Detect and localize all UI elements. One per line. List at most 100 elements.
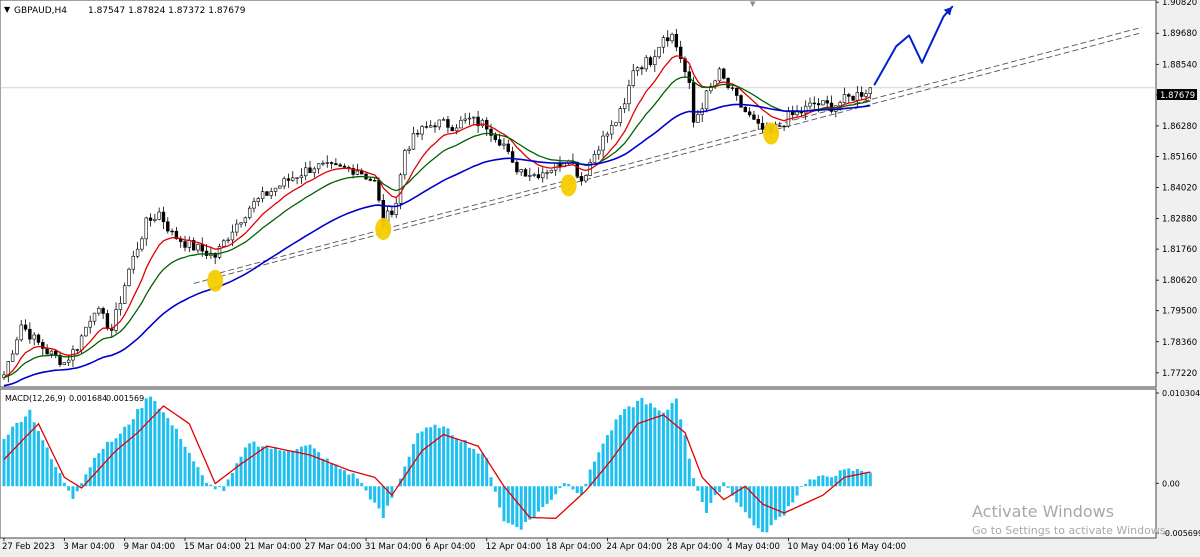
chart-menu-icon[interactable]: ▼ — [4, 5, 11, 14]
candle-body-down — [674, 33, 679, 48]
macd-bar — [118, 433, 122, 487]
macd-bar — [274, 447, 278, 487]
time-tick-label: 4 May 04:00 — [727, 542, 780, 552]
macd-bar — [381, 486, 385, 518]
macd-bar — [330, 463, 334, 487]
candle-body-up — [610, 125, 614, 135]
price-tick-label: 1.86280 — [1162, 122, 1197, 132]
macd-bar — [636, 400, 640, 487]
candle-body-up — [502, 143, 506, 146]
candle-body-up — [79, 335, 84, 351]
chart-svg[interactable]: 1.908201.896801.885401.874201.862801.851… — [0, 0, 1200, 553]
macd-bar — [62, 482, 66, 487]
macd-bar — [174, 428, 178, 487]
candle-body-up — [614, 122, 618, 126]
macd-bar — [183, 446, 187, 487]
candle-body-down — [536, 174, 541, 179]
candle — [743, 106, 748, 113]
macd-bar — [756, 486, 760, 529]
candle-body-up — [644, 57, 648, 70]
candle-body-up — [403, 150, 407, 176]
candle-body-up — [528, 175, 532, 177]
macd-bar — [683, 435, 687, 487]
candle-body-up — [454, 127, 459, 132]
support-highlight-2 — [560, 174, 577, 197]
time-tick-label: 16 May 04:00 — [848, 542, 906, 552]
candle-body-up — [243, 217, 248, 224]
candle-body-up — [467, 117, 472, 120]
macd-bar — [6, 434, 10, 487]
macd-bar — [429, 427, 433, 487]
time-tick-label: 9 Mar 04:00 — [124, 542, 175, 552]
candle-body-up — [10, 353, 15, 362]
candle-body-up — [657, 46, 661, 58]
macd-bar — [41, 440, 45, 487]
candle-body-up — [140, 238, 144, 250]
candle — [851, 95, 855, 102]
candle-body-down — [416, 133, 420, 135]
macd-bar — [321, 458, 325, 487]
candle-body-up — [549, 169, 554, 173]
macd-bar — [433, 424, 437, 487]
candle-body-up — [661, 37, 666, 48]
candle-body-up — [235, 223, 239, 233]
candle-body-down — [579, 176, 584, 182]
macd-bar — [601, 443, 605, 487]
scroll-marker-icon[interactable]: ▼ — [750, 0, 756, 8]
macd-bar — [334, 464, 338, 487]
candle-body-up — [291, 177, 295, 181]
candle-body-up — [717, 68, 722, 82]
macd-bar — [549, 486, 553, 500]
macd-bar — [687, 458, 691, 487]
macd-bar — [640, 397, 644, 487]
candle-body-down — [816, 103, 821, 106]
candle-body-down — [433, 125, 437, 128]
macd-bar — [213, 486, 217, 490]
candle-body-up — [864, 93, 868, 97]
macd-bar — [248, 443, 252, 487]
time-tick-label: 15 Mar 04:00 — [184, 542, 241, 552]
macd-bar — [291, 450, 295, 487]
macd-bar — [799, 486, 803, 488]
chart-window[interactable]: 1.908201.896801.885401.874201.862801.851… — [0, 0, 1200, 553]
macd-label: MACD(12,26,9) — [5, 394, 66, 403]
macd-bar — [791, 486, 795, 503]
candle — [403, 148, 407, 180]
macd-bar — [761, 486, 765, 533]
time-tick-label: 31 Mar 04:00 — [365, 542, 422, 552]
macd-bar — [149, 396, 153, 487]
macd-bar — [825, 476, 829, 487]
macd-bar — [830, 477, 834, 487]
candle-body-down — [493, 135, 498, 140]
macd-bar — [812, 479, 816, 487]
candle-body-up — [653, 56, 657, 66]
macd-bar — [511, 486, 515, 525]
macd-bar — [773, 486, 777, 520]
candle-body-down — [200, 244, 204, 252]
macd-bar — [808, 479, 812, 487]
macd-bar — [705, 486, 709, 513]
price-panel[interactable] — [0, 0, 1157, 388]
macd-tick-label: -0.005699 — [1162, 529, 1200, 538]
candle-body-up — [295, 177, 299, 179]
candle-body-down — [760, 123, 765, 130]
macd-bar — [265, 446, 269, 487]
macd-bar — [524, 486, 528, 522]
candle-body-up — [325, 162, 329, 164]
candle-body-up — [226, 239, 230, 242]
macd-bar — [597, 452, 601, 487]
candle — [717, 67, 722, 83]
macd-bar — [795, 486, 799, 496]
price-tick-label: 1.79500 — [1162, 307, 1197, 317]
macd-bar — [821, 475, 825, 487]
candle-body-up — [252, 201, 256, 209]
candle-body-down — [101, 308, 105, 314]
candle-body-up — [312, 168, 317, 173]
macd-bar — [851, 471, 855, 487]
candle-body-down — [510, 151, 515, 163]
macd-bar — [127, 424, 131, 487]
macd-bar — [45, 447, 49, 487]
macd-bar — [558, 486, 562, 489]
macd-bar — [674, 398, 678, 487]
candle-body-up — [459, 119, 463, 129]
